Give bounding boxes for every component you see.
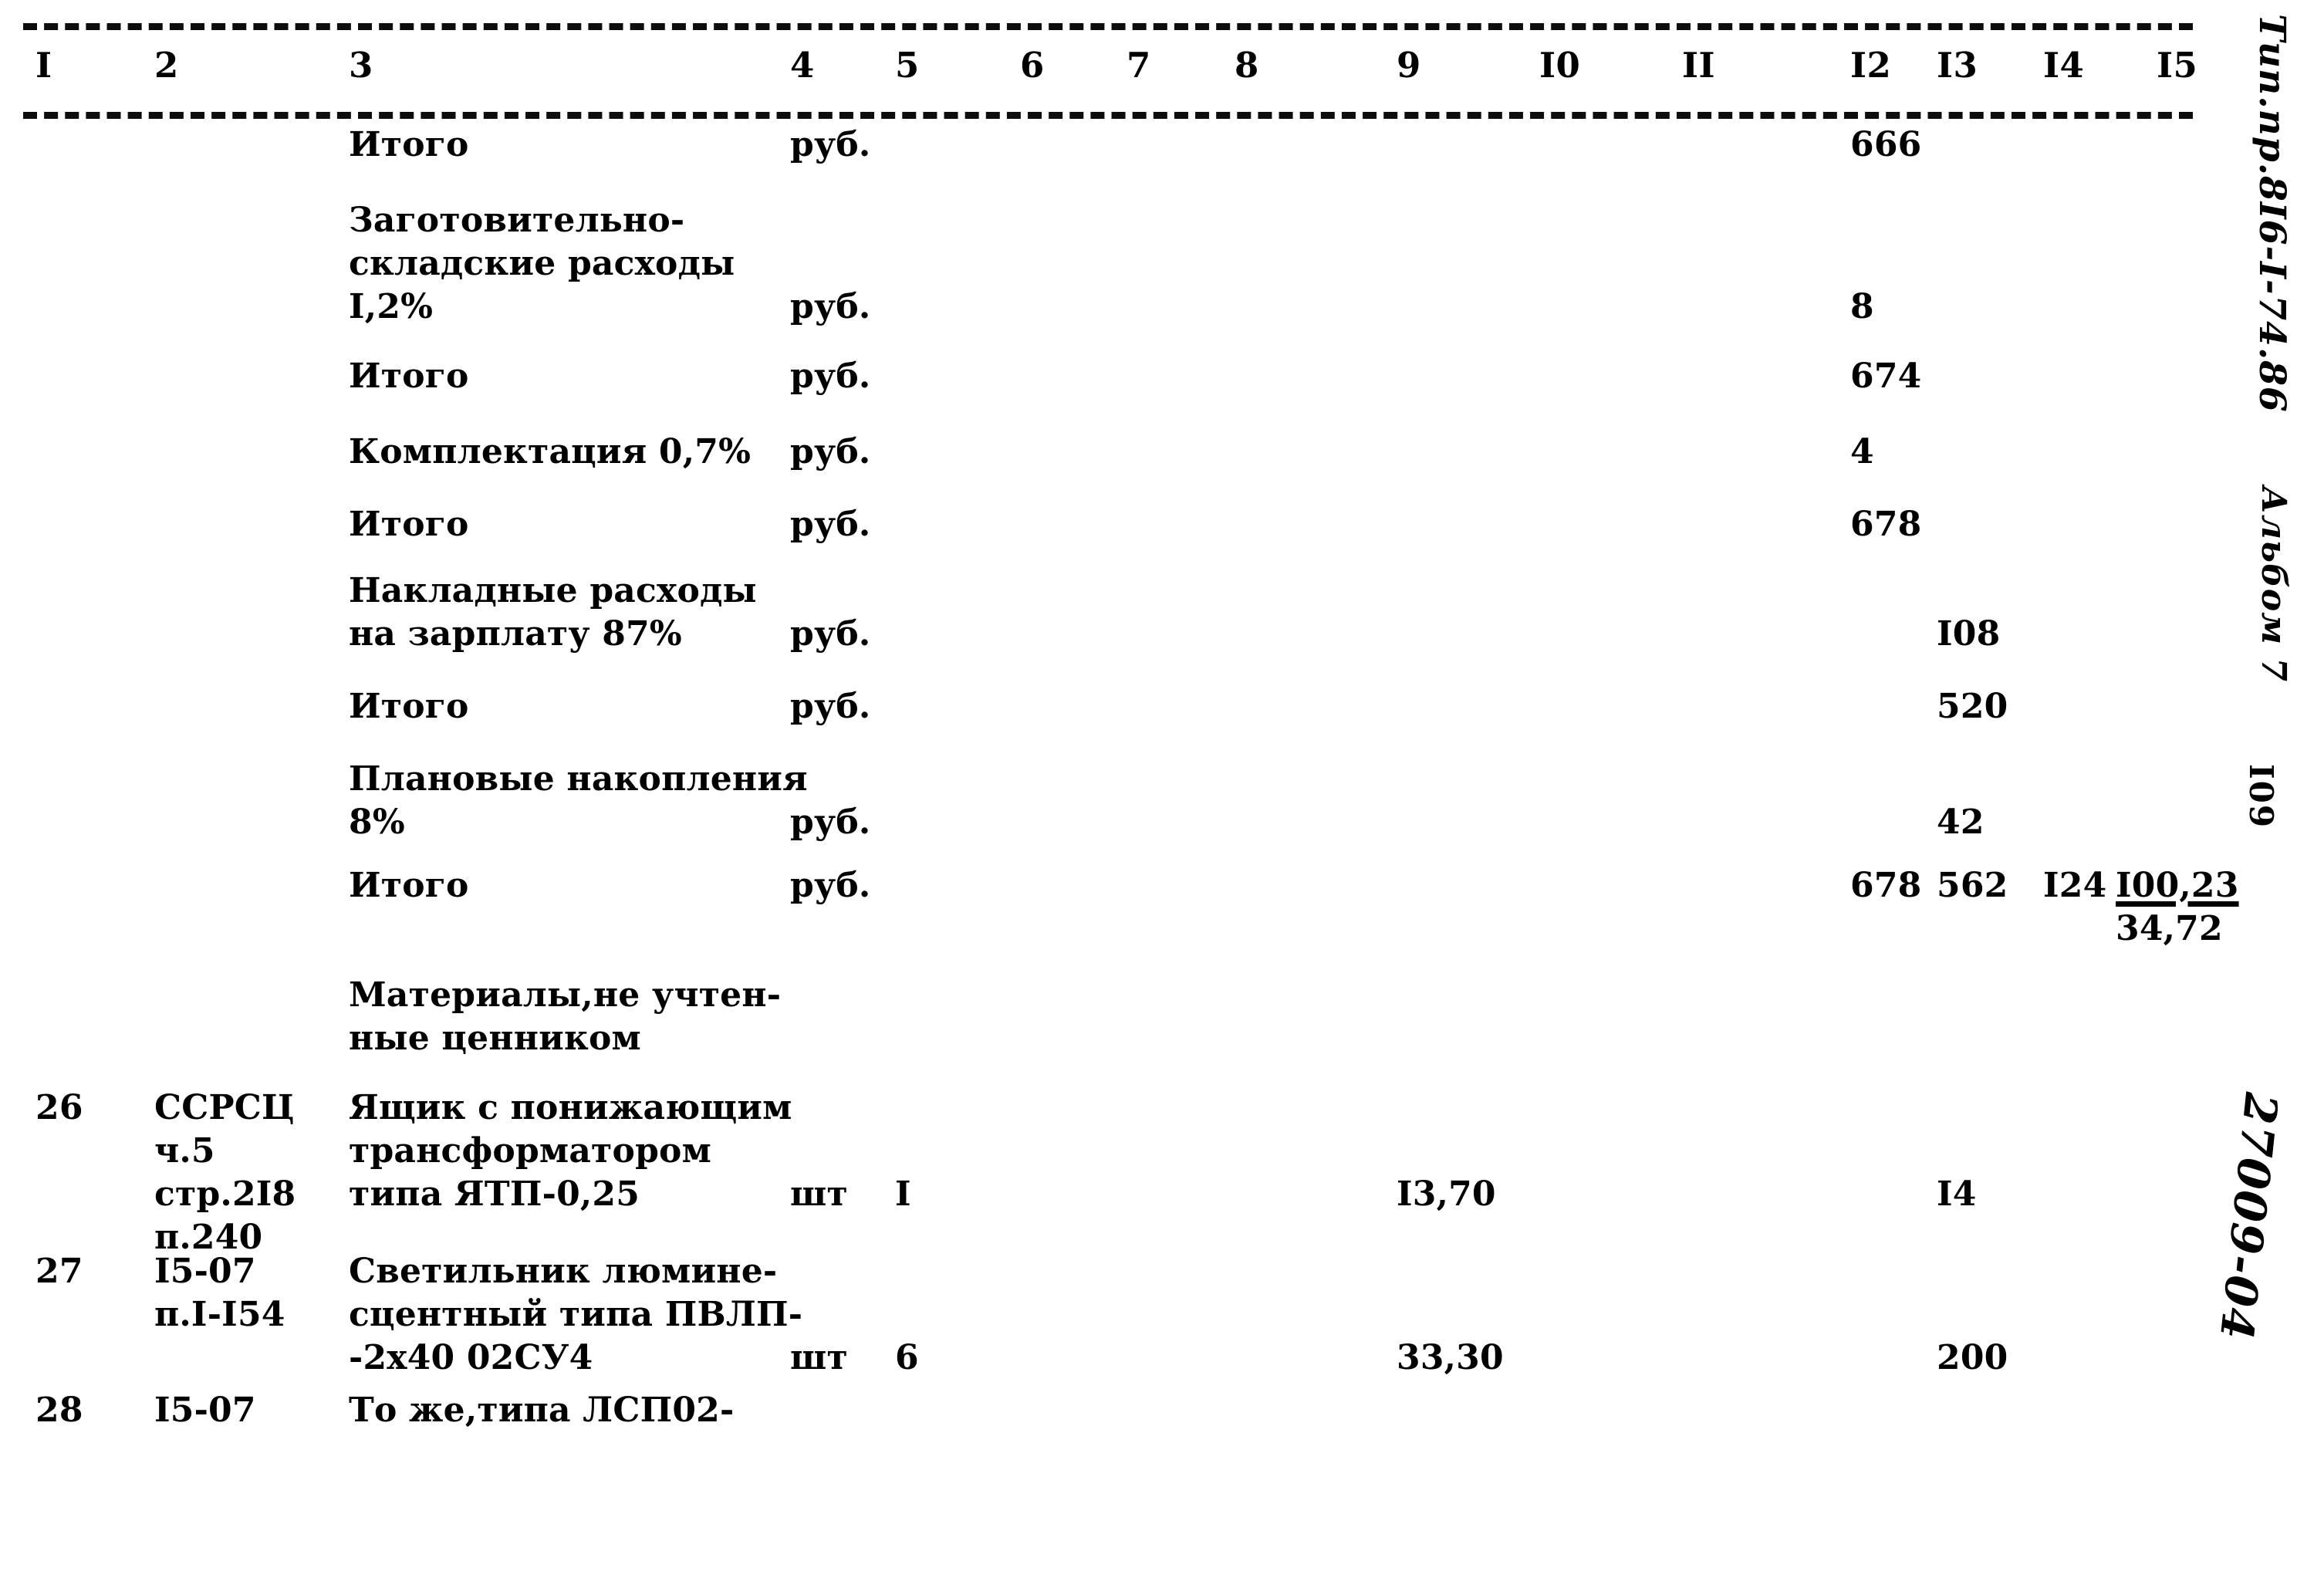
column-header-14: I4 bbox=[2043, 45, 2085, 86]
cell-quantity: I bbox=[895, 1174, 911, 1214]
cell-unit: руб. bbox=[790, 432, 871, 471]
margin-note-document-code: Тип.пр.8I6-I-74.86 bbox=[2251, 14, 2293, 413]
cell-description: Ящик с понижающим трансформатором типа ЯТП… bbox=[349, 1088, 792, 1214]
column-header-1: I bbox=[35, 45, 52, 86]
cell-position: 27 bbox=[35, 1252, 83, 1291]
column-header-4: 4 bbox=[790, 45, 815, 86]
cell-unit: шт bbox=[790, 1174, 848, 1214]
cell-position: 28 bbox=[35, 1391, 83, 1430]
cell-unit-price: I3,70 bbox=[1397, 1174, 1496, 1214]
column-header-12: I2 bbox=[1850, 45, 1892, 86]
cell-norm-code: I5-07 bbox=[154, 1391, 256, 1430]
cell-description: Итого bbox=[349, 687, 469, 726]
cell-col-13: 42 bbox=[1937, 803, 1985, 842]
cell-col-13: 200 bbox=[1937, 1338, 2008, 1377]
cell-col-12: 678 bbox=[1850, 866, 1922, 905]
cell-description: Итого bbox=[349, 357, 469, 396]
cell-col-12: 678 bbox=[1850, 505, 1922, 544]
cell-description: Материалы,не учтен-ные ценником bbox=[349, 975, 782, 1058]
cell-unit: руб. bbox=[790, 505, 871, 544]
column-header-7: 7 bbox=[1127, 45, 1151, 86]
margin-note-archive-number: 27009-04 bbox=[2209, 1090, 2288, 1343]
cell-col-15-secondary: 34,72 bbox=[2116, 909, 2223, 948]
cell-unit: руб. bbox=[790, 125, 871, 164]
column-header-11: II bbox=[1682, 45, 1716, 86]
column-header-5: 5 bbox=[895, 45, 920, 86]
cell-unit: руб. bbox=[790, 866, 871, 905]
cell-description: Итого bbox=[349, 505, 469, 544]
cell-description: Итого bbox=[349, 866, 469, 905]
column-header-6: 6 bbox=[1020, 45, 1045, 86]
cell-col-13: 520 bbox=[1937, 687, 2008, 726]
cell-unit: руб. bbox=[790, 687, 871, 726]
cell-col-13: I08 bbox=[1937, 614, 2001, 654]
cell-col-13: I4 bbox=[1937, 1174, 1977, 1214]
cell-description: Плановые накопления 8% bbox=[349, 759, 808, 842]
cell-col-14: I24 bbox=[2043, 866, 2107, 905]
cell-unit: руб. bbox=[790, 803, 871, 842]
column-header-10: I0 bbox=[1539, 45, 1581, 86]
table-top-dashed-rule bbox=[23, 23, 2193, 30]
cell-description: Комплектация 0,7% bbox=[349, 432, 752, 471]
table-header-bottom-dashed-rule bbox=[23, 112, 2193, 119]
cell-col-15: I00,23 bbox=[2116, 866, 2239, 905]
cell-unit: руб. bbox=[790, 357, 871, 396]
column-header-row: I 2 3 4 5 6 7 8 9 I0 II I2 I3 I4 I5 bbox=[0, 48, 2207, 102]
cell-description: То же,типа ЛСП02- bbox=[349, 1391, 735, 1430]
margin-note-album: Альбом 7 bbox=[2254, 486, 2293, 682]
cell-position: 26 bbox=[35, 1088, 83, 1127]
cell-description: Заготовительно-складские расходы I,2% bbox=[349, 201, 735, 326]
column-header-9: 9 bbox=[1397, 45, 1421, 86]
cell-quantity: 6 bbox=[895, 1338, 919, 1377]
scanned-page: I 2 3 4 5 6 7 8 9 I0 II I2 I3 I4 I5 Итого руб. 666 Загото… bbox=[0, 0, 2324, 1595]
cell-unit: руб. bbox=[790, 287, 871, 326]
cell-unit: шт bbox=[790, 1338, 848, 1377]
column-header-2: 2 bbox=[154, 45, 179, 86]
cell-unit: руб. bbox=[790, 614, 871, 654]
cell-col-13: 562 bbox=[1937, 866, 2008, 905]
margin-note-page-number: I09 bbox=[2242, 764, 2280, 830]
cell-description: Накладные расходы на зарплату 87% bbox=[349, 571, 757, 654]
column-header-3: 3 bbox=[349, 45, 373, 86]
cell-col-12: 4 bbox=[1850, 432, 1874, 471]
column-header-15: I5 bbox=[2157, 45, 2198, 86]
cell-description: Светильник люмине-сцентный типа ПВЛП- -2х… bbox=[349, 1252, 803, 1377]
cell-norm-code: ССРСЦ ч.5 стр.2I8 п.240 bbox=[154, 1088, 296, 1257]
cell-col-12: 8 bbox=[1850, 287, 1874, 326]
cell-col-12: 666 bbox=[1850, 125, 1922, 164]
column-header-13: I3 bbox=[1937, 45, 1978, 86]
cell-description: Итого bbox=[349, 125, 469, 164]
column-header-8: 8 bbox=[1235, 45, 1259, 86]
cell-norm-code: I5-07 п.I-I54 bbox=[154, 1252, 285, 1334]
cell-unit-price: 33,30 bbox=[1397, 1338, 1504, 1377]
cell-col-12: 674 bbox=[1850, 357, 1922, 396]
